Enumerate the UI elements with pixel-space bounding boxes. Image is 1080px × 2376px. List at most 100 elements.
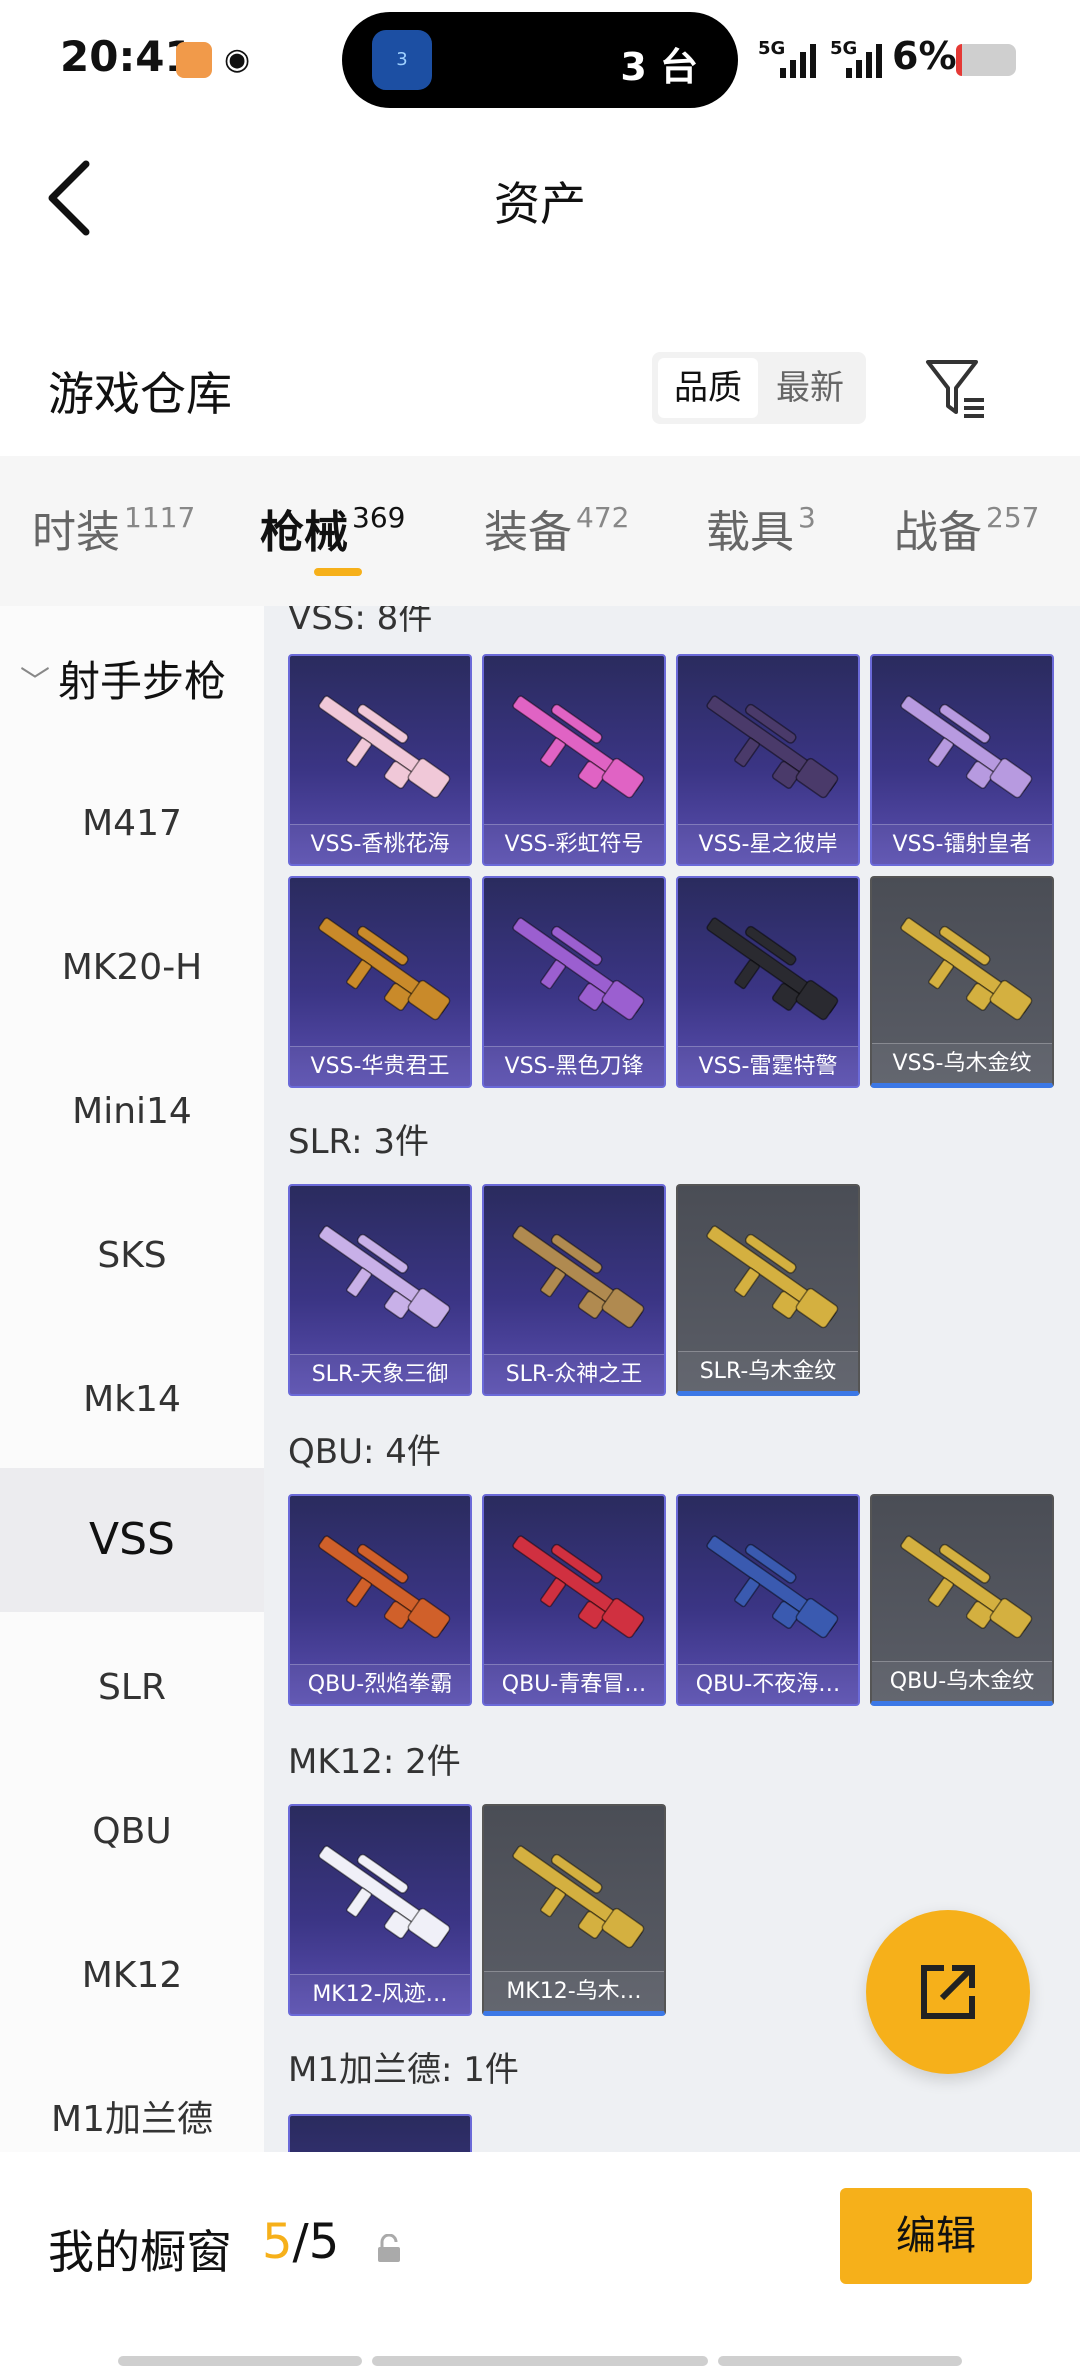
sidebar-item-vss[interactable]: VSS [0,1468,264,1612]
weapon-card[interactable]: QBU-青春冒… [482,1494,666,1706]
weapon-image [318,695,451,799]
sidebar-item-sks[interactable]: SKS [0,1184,264,1328]
weapon-name: VSS-乌木金纹 [872,1043,1052,1083]
showcase-label: 我的橱窗 [48,2225,232,2279]
weapon-image [900,917,1033,1021]
tab-equipment[interactable]: 装备 472 [484,496,629,560]
weapon-card[interactable]: VSS-华贵君王 [288,876,472,1088]
nav-indicator [118,2356,362,2366]
nav-indicator [372,2356,708,2366]
weapon-name: SLR-天象三御 [290,1354,470,1394]
chevron-down-icon: ﹀ [20,665,50,700]
nav-indicator [718,2356,962,2366]
weapon-card[interactable]: VSS-雷霆特警 [676,876,860,1088]
weapon-image [706,917,839,1021]
tab-supplies[interactable]: 战备 257 [894,496,1039,560]
weapon-card[interactable]: VSS-星之彼岸 [676,654,860,866]
tab-fashion[interactable]: 时装 1117 [32,496,195,560]
weapon-sidebar: ﹀ 射手步枪 M417 MK20-H Mini14 SKS Mk14 VSS SL… [0,606,264,2152]
weapon-image [900,1535,1033,1639]
weapon-card[interactable]: VSS-镭射皇者 [870,654,1054,866]
weapon-image [900,695,1033,799]
sort-latest-button[interactable]: 最新 [760,358,860,418]
category-tabs: 时装 1117 枪械 369 装备 472 载具 3 战备 257 [0,456,1080,606]
weapon-image [512,695,645,799]
weapon-image [318,1535,451,1639]
share-icon [921,1965,975,2019]
share-fab-button[interactable] [866,1910,1030,2074]
filter-icon[interactable] [924,356,988,420]
group-label-qbu: QBU: 4件 [288,1432,441,1472]
weapon-name: MK12-风迹… [290,1974,470,2014]
sidebar-item-mini14[interactable]: Mini14 [0,1040,264,1184]
weapon-name: VSS-香桃花海 [290,824,470,864]
active-tab-indicator [314,568,362,576]
weapon-card[interactable]: SLR-天象三御 [288,1184,472,1396]
tab-vehicles[interactable]: 载具 3 [706,496,816,560]
weapon-image [706,1535,839,1639]
battery-icon [956,44,1016,76]
edit-button[interactable]: 编辑 [840,2188,1032,2284]
lock-icon [378,2234,400,2262]
weapon-name: VSS-华贵君王 [290,1046,470,1086]
weapon-name: VSS-雷霆特警 [678,1046,858,1086]
sidebar-item-m1-garand[interactable]: M1加兰德 [0,2048,264,2152]
weapon-card[interactable]: VSS-彩虹符号 [482,654,666,866]
sidebar-item-mk14[interactable]: Mk14 [0,1328,264,1472]
weapon-card[interactable]: MK12-乌木… [482,1804,666,2016]
page-title: 资产 [494,177,586,231]
weapon-image [302,2134,462,2152]
weapon-card[interactable]: SLR-众神之王 [482,1184,666,1396]
weapon-card[interactable]: VSS-香桃花海 [288,654,472,866]
tab-guns[interactable]: 枪械 369 [260,496,405,560]
weapon-name: QBU-乌木金纹 [872,1661,1052,1701]
weapon-name: SLR-众神之王 [484,1354,664,1394]
weapon-image [512,1535,645,1639]
app-notification-icon [176,42,212,78]
weapon-image [512,1845,645,1949]
weapon-name: VSS-黑色刀锋 [484,1046,664,1086]
weapon-name: VSS-镭射皇者 [872,824,1052,864]
sidebar-item-qbu[interactable]: QBU [0,1760,264,1904]
weibo-icon: ◉ [224,42,251,77]
group-label-m1-garand: M1加兰德: 1件 [288,2050,519,2090]
sidebar-item-m417[interactable]: M417 [0,752,264,896]
sidebar-item-mk20h[interactable]: MK20-H [0,896,264,1040]
sidebar-item-slr[interactable]: SLR [0,1616,264,1760]
weapon-card[interactable]: VSS-乌木金纹 [870,876,1054,1088]
weapon-image [512,1225,645,1329]
weapon-card[interactable]: VSS-黑色刀锋 [482,876,666,1088]
showcase-bar: 我的橱窗 5/5 编辑 [0,2152,1080,2376]
island-text: 3 台 [620,45,698,89]
status-time: 20:41 [60,32,194,81]
sort-quality-button[interactable]: 品质 [658,358,758,418]
weapon-card[interactable]: QBU-乌木金纹 [870,1494,1054,1706]
weapon-card[interactable]: SLR-乌木金纹 [676,1184,860,1396]
sidebar-item-mk12[interactable]: MK12 [0,1904,264,2048]
sidebar-group-marksman[interactable]: ﹀ 射手步枪 [20,648,226,709]
weapon-card[interactable]: QBU-烈焰拳霸 [288,1494,472,1706]
status-bar: 20:41 ◉ 3 3 台 5G 5G 6% [0,0,1080,120]
broadcast-icon: 3 [372,30,432,90]
weapon-name: QBU-烈焰拳霸 [290,1664,470,1704]
weapon-card[interactable] [288,2114,472,2152]
sort-toggle: 品质 最新 [652,352,866,424]
dynamic-island[interactable]: 3 3 台 [342,12,738,108]
weapon-image [706,1225,839,1329]
weapon-card[interactable]: QBU-不夜海… [676,1494,860,1706]
weapon-name: VSS-彩虹符号 [484,824,664,864]
weapon-image [706,695,839,799]
weapon-image [318,917,451,1021]
warehouse-title: 游戏仓库 [48,367,232,421]
weapon-name: QBU-不夜海… [678,1664,858,1704]
group-label-slr: SLR: 3件 [288,1122,429,1162]
weapon-card[interactable]: MK12-风迹… [288,1804,472,2016]
weapon-image [512,917,645,1021]
signal-icon-2 [846,42,886,78]
weapon-name: SLR-乌木金纹 [678,1351,858,1391]
weapon-name: QBU-青春冒… [484,1664,664,1704]
showcase-count: 5/5 [262,2214,340,2270]
signal-icon-1 [780,42,820,78]
weapon-name: MK12-乌木… [484,1971,664,2011]
weapon-image [318,1845,451,1949]
